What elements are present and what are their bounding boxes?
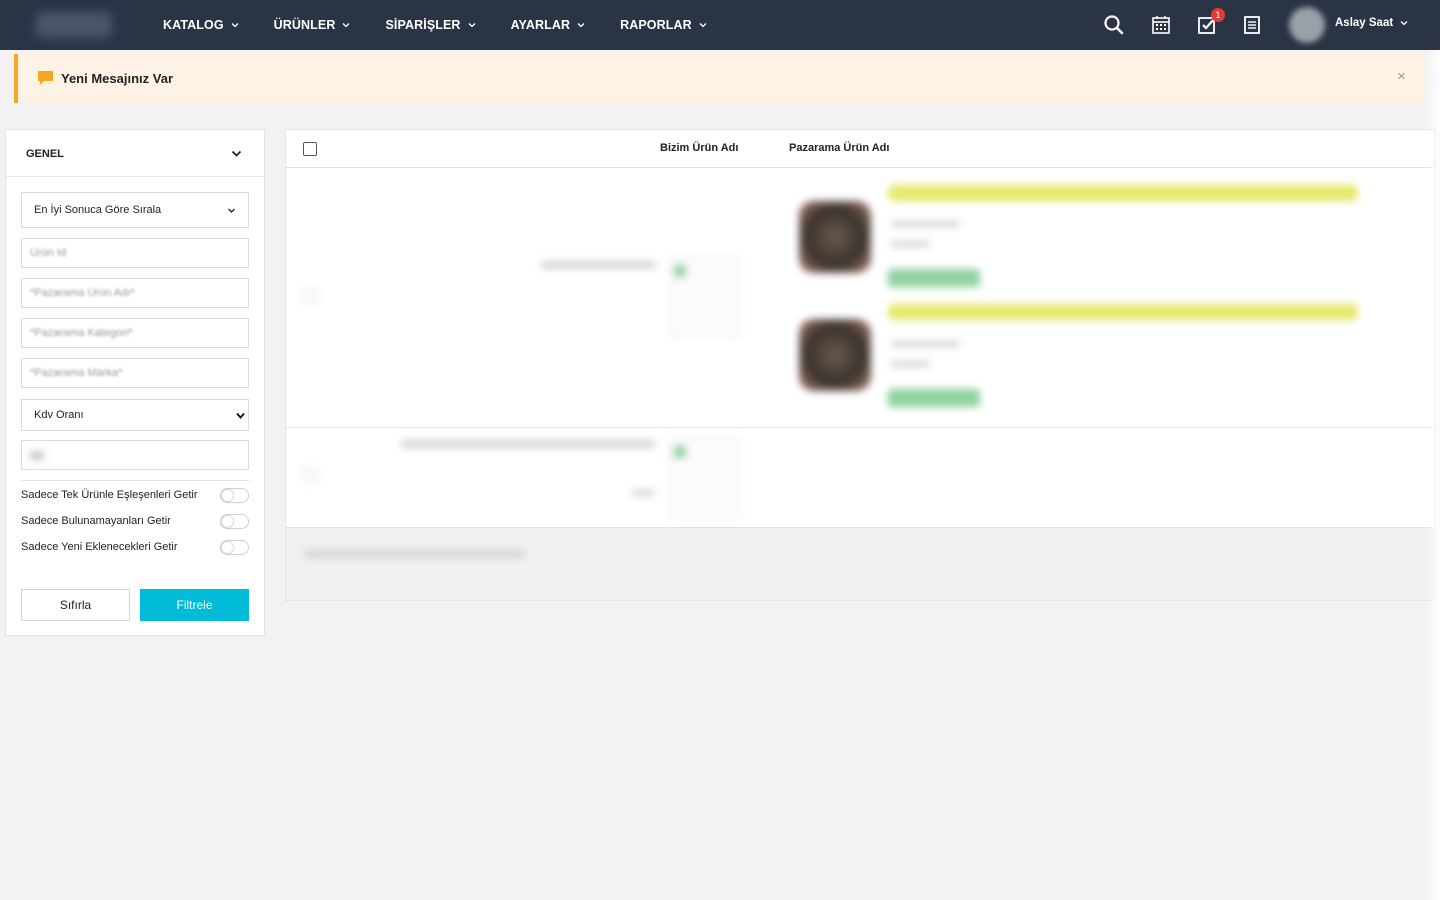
chevron-down-icon — [228, 208, 235, 213]
toggle-row-not-found: Sadece Bulunamayanları Getir — [21, 513, 249, 531]
toggle-knob — [222, 490, 233, 501]
status-badge — [888, 389, 980, 407]
table-row — [286, 169, 1434, 428]
product-detail — [890, 341, 960, 347]
sort-select[interactable]: En İyi Sonuca Göre Sırala — [21, 192, 249, 228]
our-product-name — [401, 440, 656, 448]
chevron-down-icon — [343, 23, 350, 28]
filter-panel: GENEL En İyi Sonuca Göre Sırala Kdv Oran… — [5, 129, 265, 636]
filter-panel-header[interactable]: GENEL — [6, 130, 264, 177]
select-all-checkbox[interactable] — [303, 142, 317, 156]
row-checkbox[interactable] — [303, 468, 317, 482]
calendar-icon[interactable] — [1149, 13, 1173, 37]
filter-panel-title: GENEL — [26, 148, 64, 160]
toggle-row-new-items: Sadece Yeni Eklenecekleri Getir — [21, 539, 249, 557]
message-alert: Yeni Mesajınız Var × — [14, 54, 1426, 103]
user-menu[interactable]: Aslay Saat — [1335, 17, 1409, 29]
nav-item-urunler[interactable]: ÜRÜNLER — [274, 18, 352, 32]
our-product-detail — [631, 490, 655, 496]
nav-item-katalog[interactable]: KATALOG — [163, 18, 240, 32]
match-indicator — [674, 265, 686, 277]
blurred-placeholder — [30, 452, 44, 459]
toggle-single-match[interactable] — [220, 488, 249, 503]
product-detail — [890, 241, 930, 247]
extra-filter-field[interactable] — [21, 440, 249, 470]
product-detail — [890, 361, 930, 367]
product-id-field[interactable] — [21, 238, 249, 268]
our-product-name — [541, 261, 656, 269]
pazarama-name-input[interactable] — [22, 279, 248, 307]
chevron-down-icon — [468, 23, 476, 28]
toggle-knob — [222, 516, 233, 527]
chevron-down-icon — [577, 23, 585, 28]
highlighted-product-name — [888, 304, 1358, 320]
nav-item-label: KATALOG — [163, 18, 224, 32]
close-icon[interactable]: × — [1397, 68, 1406, 85]
nav-item-siparisler[interactable]: SİPARİŞLER — [385, 18, 476, 32]
chat-bubble-icon — [38, 71, 53, 85]
table-footer — [286, 528, 1434, 600]
toggle-label: Sadece Tek Ürünle Eşleşenleri Getir — [21, 489, 198, 501]
toggle-row-single-match: Sadece Tek Ürünle Eşleşenleri Getir — [21, 487, 249, 505]
toggle-label: Sadece Yeni Eklenecekleri Getir — [21, 541, 178, 553]
column-header: Bizim Ürün Adı — [660, 142, 739, 154]
product-id-input[interactable] — [22, 239, 248, 267]
kdv-select[interactable]: Kdv Oranı — [21, 399, 249, 431]
nav-item-label: RAPORLAR — [620, 18, 692, 32]
nav-item-label: AYARLAR — [510, 18, 571, 32]
alert-text: Yeni Mesajınız Var — [61, 71, 173, 86]
pazarama-brand-field[interactable] — [21, 358, 249, 388]
scroll-shade — [1425, 50, 1440, 900]
chevron-down-icon — [1400, 21, 1408, 26]
top-navbar: KATALOG ÜRÜNLER SİPARİŞLER AYARLAR RAPOR… — [0, 0, 1440, 50]
row-checkbox[interactable] — [303, 289, 317, 303]
chevron-down-icon — [699, 23, 707, 28]
pazarama-category-input[interactable] — [22, 319, 248, 347]
nav-item-ayarlar[interactable]: AYARLAR — [511, 18, 587, 32]
search-icon[interactable] — [1102, 13, 1126, 37]
sort-select-value: En İyi Sonuca Göre Sırala — [34, 204, 162, 216]
match-indicator — [674, 446, 686, 458]
user-name: Aslay Saat — [1335, 17, 1394, 29]
avatar[interactable] — [1289, 7, 1325, 43]
product-detail — [890, 221, 960, 227]
toggle-label: Sadece Bulunamayanları Getir — [21, 515, 171, 527]
nav-item-label: ÜRÜNLER — [273, 18, 336, 32]
pagination-info — [304, 550, 524, 558]
divider — [21, 480, 249, 481]
table-header: Bizim Ürün Adı Pazarama Ürün Adı — [286, 130, 1434, 168]
notification-badge: 1 — [1211, 8, 1225, 22]
brand-logo[interactable] — [36, 12, 112, 38]
reset-button[interactable]: Sıfırla — [21, 589, 130, 621]
column-header: Pazarama Ürün Adı — [789, 142, 890, 154]
status-badge — [888, 269, 980, 287]
toggle-not-found[interactable] — [220, 514, 249, 529]
chevron-down-icon — [231, 150, 242, 157]
chevron-down-icon — [231, 23, 239, 28]
pazarama-brand-input[interactable] — [22, 359, 248, 387]
product-match-table: Bizim Ürün Adı Pazarama Ürün Adı — [285, 129, 1435, 601]
nav-item-raporlar[interactable]: RAPORLAR — [620, 18, 708, 32]
highlighted-product-name — [888, 185, 1358, 201]
toggle-knob — [222, 542, 233, 553]
main-nav: KATALOG ÜRÜNLER SİPARİŞLER AYARLAR RAPOR… — [163, 0, 742, 50]
kdv-select-value: Kdv Oranı — [34, 409, 84, 421]
pazarama-category-field[interactable] — [21, 318, 249, 348]
table-row — [286, 428, 1434, 528]
pazarama-name-field[interactable] — [21, 278, 249, 308]
filter-button[interactable]: Filtrele — [140, 589, 249, 621]
product-image — [799, 319, 871, 391]
chevron-down-icon — [236, 412, 245, 419]
nav-item-label: SİPARİŞLER — [385, 18, 461, 32]
toggle-new-items[interactable] — [220, 540, 249, 555]
notes-icon[interactable] — [1240, 13, 1264, 37]
product-image — [799, 201, 871, 273]
